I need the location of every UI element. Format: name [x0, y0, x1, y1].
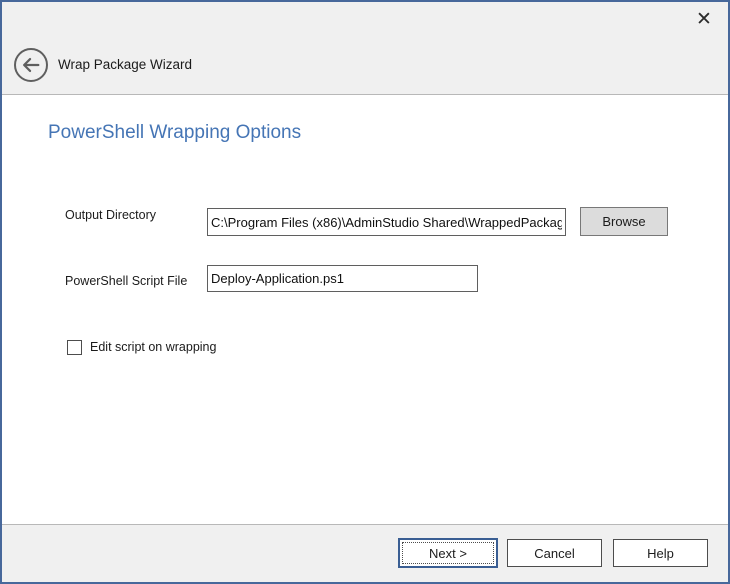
wizard-title: Wrap Package Wizard [58, 57, 192, 72]
wizard-header: ✕ Wrap Package Wizard [2, 2, 728, 95]
back-arrow-icon [20, 54, 42, 76]
help-button[interactable]: Help [613, 539, 708, 567]
close-button[interactable]: ✕ [690, 6, 718, 34]
back-button[interactable] [14, 48, 48, 82]
cancel-button[interactable]: Cancel [507, 539, 602, 567]
output-directory-label: Output Directory [65, 208, 156, 222]
edit-script-checkbox-label: Edit script on wrapping [90, 340, 216, 354]
script-file-label: PowerShell Script File [65, 274, 187, 288]
script-file-input[interactable] [207, 265, 478, 292]
browse-button[interactable]: Browse [580, 207, 668, 236]
edit-script-checkbox[interactable] [67, 340, 82, 355]
next-button[interactable]: Next > [398, 538, 498, 568]
wizard-footer: Next > Cancel Help [2, 524, 728, 582]
page-heading: PowerShell Wrapping Options [48, 122, 301, 144]
output-directory-input[interactable] [207, 208, 566, 236]
wizard-window: ✕ Wrap Package Wizard PowerShell Wrappin… [0, 0, 730, 584]
